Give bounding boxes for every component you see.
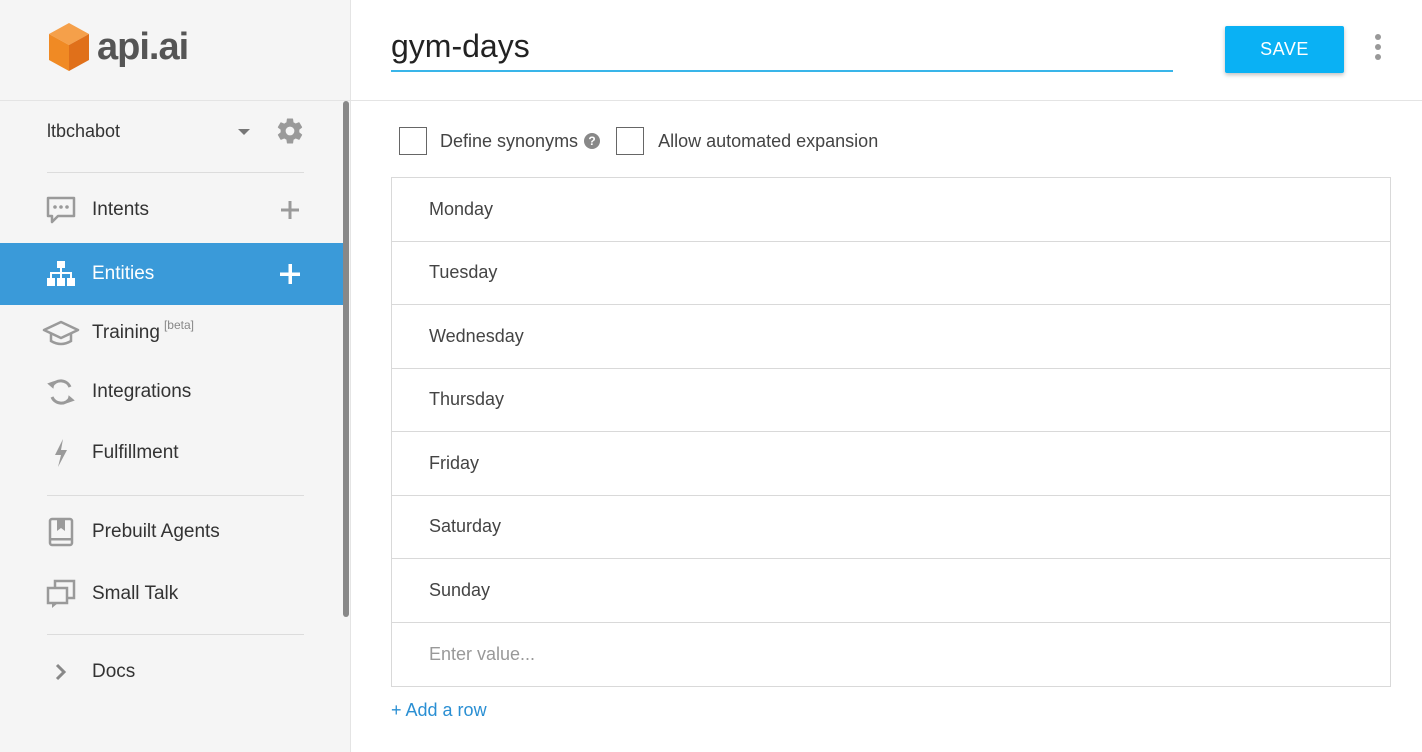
chevron-right-icon (46, 657, 76, 687)
sidebar-item-label: Docs (92, 661, 136, 682)
sidebar-item-label: Fulfillment (92, 442, 179, 463)
table-row[interactable]: Friday (392, 432, 1390, 496)
sidebar-item-label: Intents (92, 199, 150, 220)
table-row[interactable]: Monday (392, 178, 1390, 242)
caret-down-icon[interactable] (238, 129, 250, 135)
table-row[interactable]: Sunday (392, 559, 1390, 623)
lightning-icon (46, 438, 76, 468)
more-options-icon[interactable] (1369, 34, 1387, 60)
sidebar-item-label: Prebuilt Agents (92, 521, 220, 542)
beta-badge: [beta] (163, 318, 194, 332)
allow-expansion-label: Allow automated expansion (658, 130, 879, 151)
divider (47, 495, 304, 496)
divider (0, 100, 350, 101)
sidebar-item-docs[interactable]: Docs (0, 641, 344, 703)
entity-name-input[interactable] (391, 22, 1173, 72)
refresh-icon (46, 377, 76, 407)
sidebar-item-training[interactable]: Training [beta] (0, 302, 344, 364)
allow-expansion-checkbox[interactable] (616, 127, 645, 155)
entity-header: SAVE (351, 0, 1422, 101)
speech-bubble-icon (46, 195, 76, 225)
chat-windows-icon (46, 579, 76, 609)
agent-name: ltbchabot (47, 120, 121, 141)
sidebar-item-label: Integrations (92, 381, 192, 402)
graduation-cap-icon (42, 318, 80, 348)
sidebar-item-label: Training [beta] (92, 318, 194, 344)
cube-logo-icon (49, 23, 89, 71)
new-value-input[interactable]: Enter value... (392, 623, 1390, 687)
entity-options: Define synonyms ? Allow automated expans… (399, 127, 878, 155)
add-row-link[interactable]: + Add a row (391, 700, 487, 721)
table-row[interactable]: Tuesday (392, 242, 1390, 305)
table-row[interactable]: Thursday (392, 369, 1390, 432)
sidebar: api.ai ltbchabot Intents Entities Traini… (0, 0, 351, 752)
sidebar-item-small-talk[interactable]: Small Talk (0, 563, 344, 625)
hierarchy-icon (46, 259, 76, 289)
help-icon[interactable]: ? (584, 133, 601, 149)
add-entity-icon[interactable] (278, 262, 302, 286)
define-synonyms-label: Define synonyms (440, 130, 579, 151)
sidebar-item-label: Small Talk (92, 583, 179, 604)
entity-values-table: Monday Tuesday Wednesday Thursday Friday… (391, 177, 1391, 687)
table-row[interactable]: Saturday (392, 496, 1390, 559)
table-row[interactable]: Wednesday (392, 305, 1390, 369)
divider (47, 634, 304, 635)
divider (47, 172, 304, 173)
sidebar-item-fulfillment[interactable]: Fulfillment (0, 422, 344, 484)
sidebar-item-prebuilt-agents[interactable]: Prebuilt Agents (0, 501, 344, 563)
sidebar-item-entities[interactable]: Entities (0, 243, 344, 305)
agent-selector[interactable]: ltbchabot (47, 113, 309, 149)
brand-name: api.ai (97, 25, 189, 68)
sidebar-item-intents[interactable]: Intents (0, 179, 344, 241)
sidebar-item-label: Entities (92, 263, 155, 284)
save-button[interactable]: SAVE (1225, 26, 1344, 73)
define-synonyms-checkbox[interactable] (399, 127, 427, 155)
book-icon (46, 517, 76, 547)
logo[interactable]: api.ai (47, 21, 189, 73)
gear-icon[interactable] (275, 116, 305, 146)
add-intent-icon[interactable] (278, 198, 302, 222)
sidebar-item-integrations[interactable]: Integrations (0, 361, 344, 423)
sidebar-scrollbar[interactable] (343, 101, 349, 617)
training-label: Training (92, 322, 160, 343)
